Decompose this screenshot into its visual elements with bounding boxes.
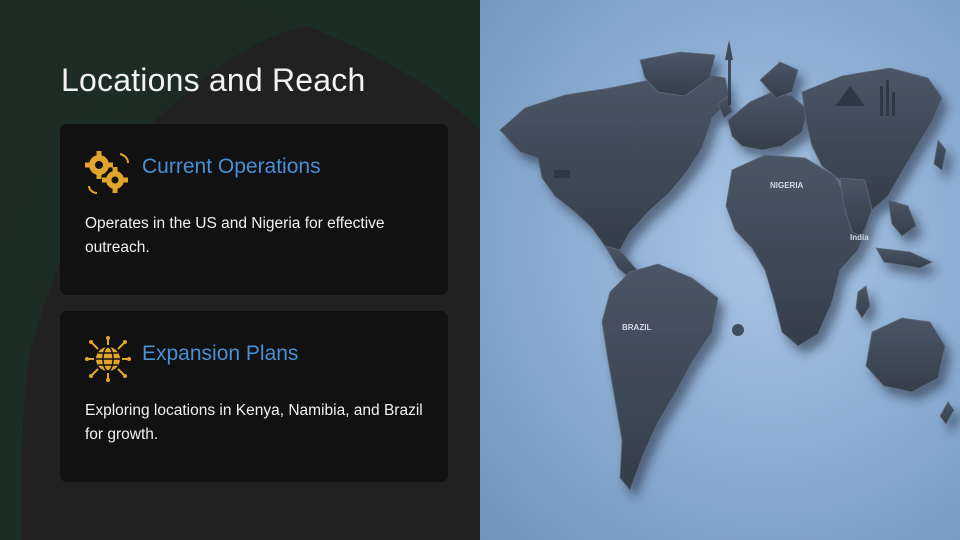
gears-icon: [85, 151, 129, 194]
southeast-asia-shape: [887, 199, 917, 237]
map-label-nigeria: NIGERIA: [770, 181, 804, 190]
map-label-brazil: BRAZIL: [622, 323, 651, 332]
south-america-shape: [601, 263, 719, 491]
world-map-panel: NIGERIA BRAZIL India: [480, 0, 960, 540]
current-operations-text: Operates in the US and Nigeria for effec…: [85, 215, 385, 256]
world-map-image: NIGERIA BRAZIL India: [499, 40, 955, 491]
australia-shape: [865, 317, 946, 393]
content-panel: Locations and Reach Current Operations O…: [0, 0, 480, 540]
expansion-plans-card: Expansion Plans Exploring locations in K…: [60, 311, 448, 482]
north-america-shape: [499, 71, 731, 251]
indonesia-shape: [875, 247, 933, 269]
europe-shape: [727, 91, 809, 151]
current-operations-card: Current Operations Operates in the US an…: [60, 124, 448, 295]
scandinavia-shape: [759, 61, 799, 99]
globe-network-icon: [85, 336, 131, 382]
map-label-india: India: [850, 233, 869, 242]
current-operations-heading: Current Operations: [142, 155, 321, 178]
page-title: Locations and Reach: [61, 62, 366, 98]
expansion-plans-text: Exploring locations in Kenya, Namibia, a…: [85, 402, 423, 443]
new-zealand-shape: [939, 401, 955, 425]
expansion-plans-heading: Expansion Plans: [142, 342, 299, 365]
madagascar-shape: [855, 285, 871, 319]
japan-shape: [933, 139, 947, 171]
